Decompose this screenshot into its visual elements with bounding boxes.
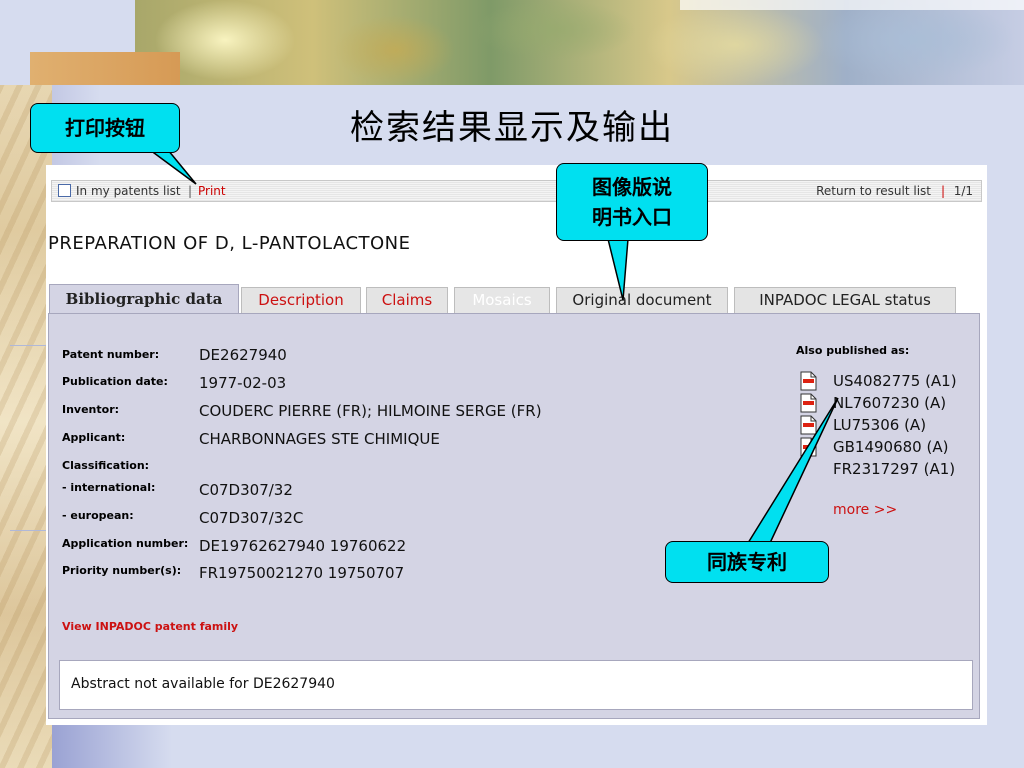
pdf-document-icon[interactable] (800, 393, 817, 413)
print-button-callout: 打印按钮 (30, 103, 180, 153)
publication-date-value: 1977-02-03 (199, 374, 287, 392)
patent-number-value: DE2627940 (199, 346, 287, 364)
banner-highlight (680, 0, 1024, 10)
toolbar-separator: | (940, 184, 945, 198)
application-number-label: Application number: (62, 537, 189, 550)
also-published-item[interactable]: LU75306 (A) (833, 416, 926, 434)
banner-accent (30, 52, 180, 85)
european-value: C07D307/32C (199, 509, 304, 527)
pdf-document-icon[interactable] (800, 437, 817, 457)
patent-number-label: Patent number: (62, 348, 160, 361)
pdf-document-icon[interactable] (800, 371, 817, 391)
tab-bibliographic-data[interactable]: Bibliographic data (49, 284, 239, 314)
print-link[interactable]: Print (198, 184, 226, 198)
page-indicator: 1/1 (953, 184, 973, 198)
tab-description[interactable]: Description (241, 287, 361, 313)
european-label: - european: (62, 509, 134, 522)
banner-artwork (135, 0, 1024, 85)
tab-original-document[interactable]: Original document (556, 287, 728, 313)
patent-family-callout: 同族专利 (665, 541, 829, 583)
bibliographic-content: Patent number: DE2627940 Publication dat… (48, 313, 980, 719)
application-number-value: DE19762627940 19760622 (199, 537, 407, 555)
also-published-label: Also published as: (796, 344, 910, 357)
bottom-shadow-strip (52, 725, 172, 768)
inventor-value: COUDERC PIERRE (FR); HILMOINE SERGE (FR) (199, 402, 542, 420)
also-published-item[interactable]: NL7607230 (A) (833, 394, 946, 412)
decor-line (10, 530, 48, 531)
pdf-document-icon[interactable] (800, 415, 817, 435)
also-published-item[interactable]: GB1490680 (A) (833, 438, 948, 456)
publication-date-label: Publication date: (62, 375, 168, 388)
image-spec-callout: 图像版说 明书入口 (556, 163, 708, 241)
view-inpadoc-family-link[interactable]: View INPADOC patent family (62, 620, 238, 633)
classification-label: Classification: (62, 459, 150, 472)
result-toolbar: In my patents list | Print Return to res… (51, 180, 982, 202)
tab-mosaics[interactable]: Mosaics (454, 287, 550, 313)
toolbar-separator: | (188, 184, 193, 198)
international-label: - international: (62, 481, 156, 494)
tab-claims[interactable]: Claims (366, 287, 448, 313)
international-value: C07D307/32 (199, 481, 293, 499)
applicant-value: CHARBONNAGES STE CHIMIQUE (199, 430, 440, 448)
return-to-result-link[interactable]: Return to result list (816, 184, 931, 198)
also-published-item[interactable]: US4082775 (A1) (833, 372, 957, 390)
abstract-text: Abstract not available for DE2627940 (71, 676, 335, 692)
tab-inpadoc-legal-status[interactable]: INPADOC LEGAL status (734, 287, 956, 313)
priority-number-label: Priority number(s): (62, 564, 182, 577)
my-patents-list-label: In my patents list (76, 184, 181, 198)
image-spec-callout-line2: 明书入口 (592, 205, 672, 229)
also-published-item[interactable]: FR2317297 (A1) (833, 460, 955, 478)
patent-result-screenshot: In my patents list | Print Return to res… (46, 165, 987, 725)
priority-number-value: FR19750021270 19750707 (199, 564, 405, 582)
inventor-label: Inventor: (62, 403, 120, 416)
image-spec-callout-line1: 图像版说 (592, 175, 672, 199)
applicant-label: Applicant: (62, 431, 126, 444)
document-title: PREPARATION OF D, L-PANTOLACTONE (48, 233, 411, 254)
decor-line (10, 345, 48, 346)
abstract-box: Abstract not available for DE2627940 (59, 660, 973, 710)
more-link[interactable]: more >> (833, 502, 897, 518)
my-patents-checkbox[interactable] (58, 184, 71, 197)
